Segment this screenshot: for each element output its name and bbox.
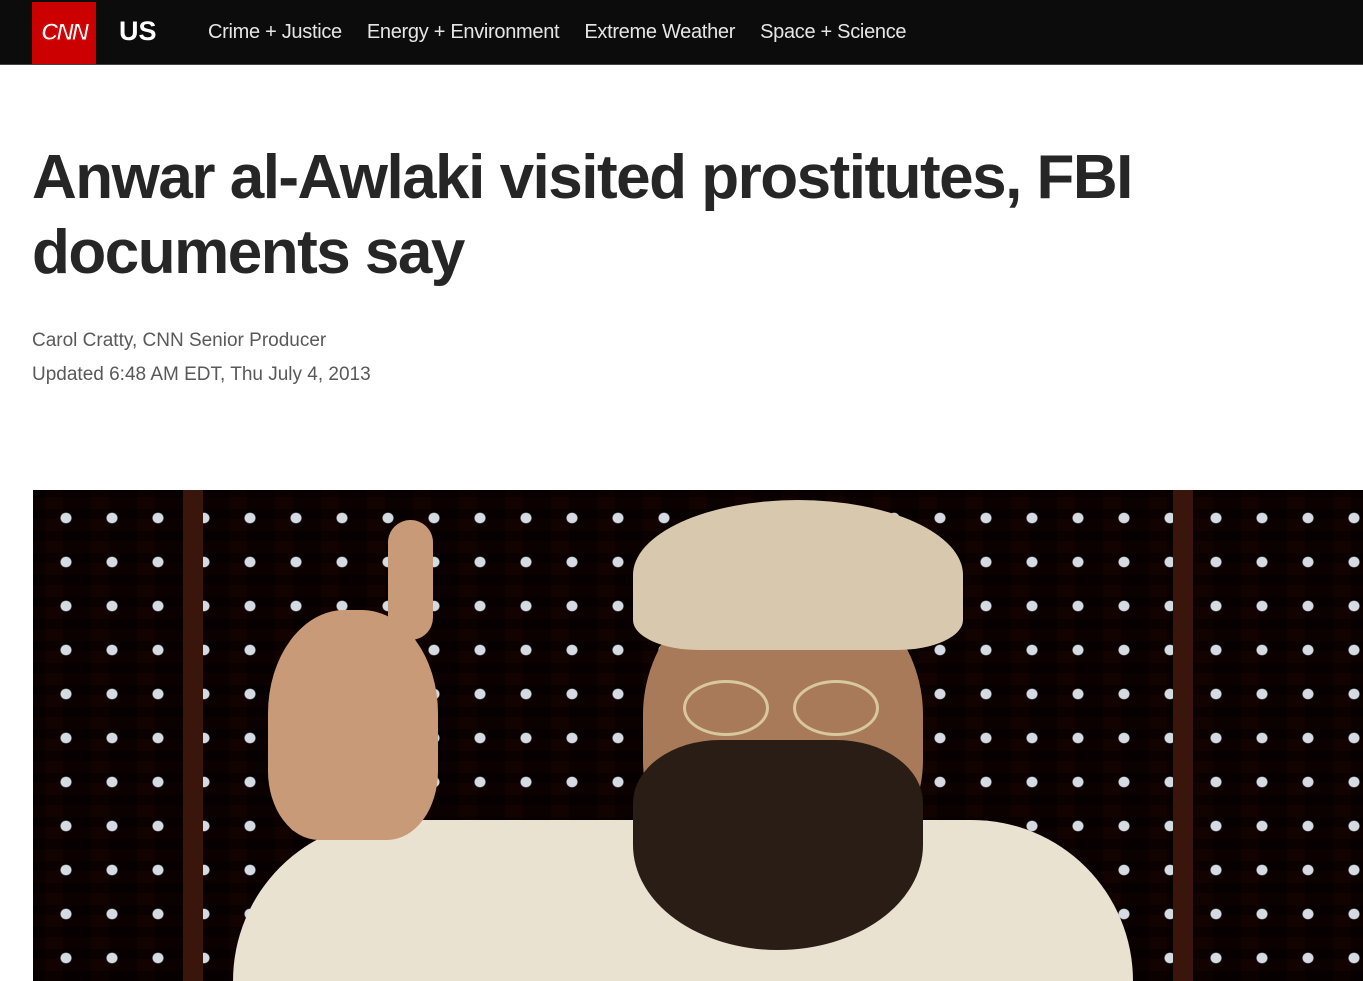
lattice-post <box>1173 490 1193 981</box>
person-cap <box>633 500 963 650</box>
nav-link-crime-justice[interactable]: Crime + Justice <box>208 21 342 44</box>
nav-links: Crime + Justice Energy + Environment Ext… <box>208 21 907 44</box>
byline[interactable]: Carol Cratty, CNN Senior Producer <box>32 330 326 352</box>
article-photo[interactable] <box>33 490 1363 981</box>
lattice-post <box>183 490 203 981</box>
cnn-logo[interactable]: CNN <box>32 2 96 64</box>
glasses-left <box>683 680 769 736</box>
top-nav: CNN US Crime + Justice Energy + Environm… <box>0 0 1363 65</box>
person-hand <box>268 610 438 840</box>
timestamp: Updated 6:48 AM EDT, Thu July 4, 2013 <box>32 364 371 385</box>
nav-link-space-science[interactable]: Space + Science <box>760 21 906 44</box>
section-title[interactable]: US <box>119 16 157 47</box>
nav-link-energy-environment[interactable]: Energy + Environment <box>367 21 560 44</box>
glasses-right <box>793 680 879 736</box>
cnn-logo-text: CNN <box>41 19 90 47</box>
nav-link-extreme-weather[interactable]: Extreme Weather <box>584 21 735 44</box>
person-beard <box>633 740 923 950</box>
person-finger <box>388 520 433 640</box>
headline: Anwar al-Awlaki visited prostitutes, FBI… <box>32 143 1133 287</box>
